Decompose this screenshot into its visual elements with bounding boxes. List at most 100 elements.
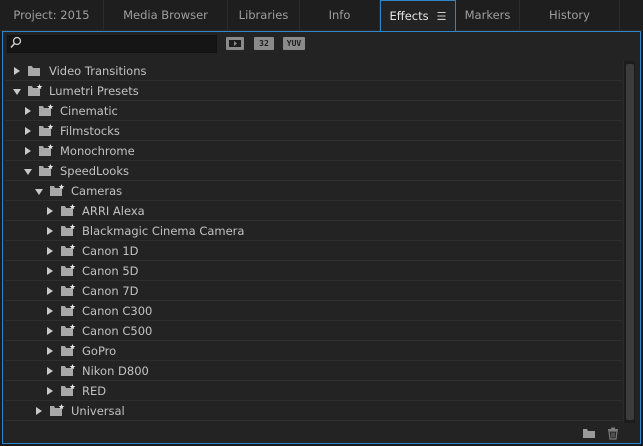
tree-row-label: Filmstocks xyxy=(60,124,120,138)
tree-row-label: GoPro xyxy=(82,344,117,358)
tab-label: Markers xyxy=(464,8,511,22)
accelerated-effects-button[interactable] xyxy=(226,37,244,50)
tree-row[interactable]: RED xyxy=(5,381,622,401)
tree-row[interactable]: Monochrome xyxy=(5,141,622,161)
tree-row-label: Universal xyxy=(71,404,125,418)
tree-row[interactable]: Canon C300 xyxy=(5,301,622,321)
disclosure-closed-icon[interactable] xyxy=(14,67,20,75)
vertical-scrollbar[interactable] xyxy=(623,61,635,423)
preset-folder-icon xyxy=(49,184,65,197)
effects-panel: 32 YUV Video Transitions Lumetri Presets C… xyxy=(2,31,641,444)
accelerated-effects-icon xyxy=(229,40,241,47)
tree-row[interactable]: Lumetri Presets xyxy=(5,81,622,101)
yuv-button[interactable]: YUV xyxy=(283,37,305,50)
tree-row-label: Cameras xyxy=(71,184,123,198)
disclosure-closed-icon[interactable] xyxy=(47,287,53,295)
delete-button[interactable] xyxy=(606,426,620,440)
tab-label: Project: 2015 xyxy=(13,8,90,22)
disclosure-closed-icon[interactable] xyxy=(25,127,31,135)
preset-folder-icon xyxy=(60,344,76,357)
tab-label: History xyxy=(549,8,590,22)
tree-row-label: Monochrome xyxy=(60,144,135,158)
preset-folder-icon xyxy=(60,244,76,257)
tree-row-label: Cinematic xyxy=(60,104,118,118)
tree-row[interactable]: Cameras xyxy=(5,181,622,201)
panel-menu-icon[interactable]: ☰ xyxy=(437,1,447,32)
tree-row[interactable]: Filmstocks xyxy=(5,121,622,141)
folder-icon xyxy=(27,64,43,77)
tab-label: Info xyxy=(328,8,351,22)
disclosure-closed-icon[interactable] xyxy=(25,107,31,115)
tree-row[interactable]: Canon 7D xyxy=(5,281,622,301)
preset-folder-icon xyxy=(38,124,54,137)
preset-folder-icon xyxy=(60,384,76,397)
yuv-label: YUV xyxy=(286,39,302,48)
tree-row[interactable]: GoPro xyxy=(5,341,622,361)
tab-label: Effects xyxy=(389,9,429,23)
tree-row-label: Canon 1D xyxy=(82,244,139,258)
preset-folder-icon xyxy=(60,224,76,237)
disclosure-closed-icon[interactable] xyxy=(47,267,53,275)
preset-folder-icon xyxy=(38,164,54,177)
preset-folder-icon xyxy=(60,284,76,297)
disclosure-closed-icon[interactable] xyxy=(36,407,42,415)
tree-row[interactable]: ARRI Alexa xyxy=(5,201,622,221)
tree-row[interactable]: Canon C500 xyxy=(5,321,622,341)
tree-row-label: Canon 5D xyxy=(82,264,139,278)
search-icon xyxy=(10,36,22,54)
disclosure-closed-icon[interactable] xyxy=(47,327,53,335)
tree-row[interactable]: Cinematic xyxy=(5,101,622,121)
tree-row[interactable]: Nikon D800 xyxy=(5,361,622,381)
tree-row-label: Blackmagic Cinema Camera xyxy=(82,224,245,238)
effects-toolbar: 32 YUV xyxy=(3,32,640,56)
tree-row[interactable]: Canon 1D xyxy=(5,241,622,261)
search-box[interactable] xyxy=(7,35,217,53)
32-bit-label: 32 xyxy=(259,39,269,48)
new-bin-button[interactable] xyxy=(582,426,596,440)
tab-effects[interactable]: Effects ☰ xyxy=(380,0,456,31)
tree-row-label: RED xyxy=(82,384,107,398)
tab-history[interactable]: History xyxy=(520,0,620,31)
scrollbar-thumb[interactable] xyxy=(626,64,634,420)
search-input[interactable] xyxy=(26,36,214,52)
preset-folder-icon xyxy=(49,404,65,417)
disclosure-open-icon[interactable] xyxy=(24,169,32,175)
tab-markers[interactable]: Markers xyxy=(456,0,520,31)
tree-row-label: Lumetri Presets xyxy=(49,84,139,98)
tree-row[interactable]: Video Transitions xyxy=(5,61,622,81)
tab-label: Media Browser xyxy=(123,8,208,22)
tab-media-browser[interactable]: Media Browser xyxy=(104,0,228,31)
tree-row[interactable]: Canon 5D xyxy=(5,261,622,281)
preset-folder-icon xyxy=(60,324,76,337)
new-bin-icon xyxy=(583,429,595,438)
tree-row-label: SpeedLooks xyxy=(60,164,129,178)
disclosure-open-icon[interactable] xyxy=(35,189,43,195)
32-bit-button[interactable]: 32 xyxy=(254,37,274,50)
tab-label: Libraries xyxy=(238,8,289,22)
tree-row-label: Canon 7D xyxy=(82,284,139,298)
preset-folder-icon xyxy=(27,84,43,97)
tree-row-label: Video Transitions xyxy=(49,64,147,78)
tab-project[interactable]: Project: 2015 xyxy=(0,0,104,31)
tab-libraries[interactable]: Libraries xyxy=(228,0,300,31)
disclosure-closed-icon[interactable] xyxy=(47,367,53,375)
preset-folder-icon xyxy=(38,104,54,117)
disclosure-closed-icon[interactable] xyxy=(47,247,53,255)
preset-folder-icon xyxy=(60,304,76,317)
disclosure-closed-icon[interactable] xyxy=(47,307,53,315)
tab-info[interactable]: Info xyxy=(300,0,380,31)
panel-footer xyxy=(3,423,640,443)
tree-row[interactable]: SpeedLooks xyxy=(5,161,622,181)
preset-folder-icon xyxy=(60,264,76,277)
disclosure-closed-icon[interactable] xyxy=(47,387,53,395)
disclosure-closed-icon[interactable] xyxy=(25,147,31,155)
tree-row[interactable]: Blackmagic Cinema Camera xyxy=(5,221,622,241)
preset-folder-icon xyxy=(60,204,76,217)
disclosure-closed-icon[interactable] xyxy=(47,227,53,235)
tree-row[interactable]: Universal xyxy=(5,401,622,421)
preset-folder-icon xyxy=(60,364,76,377)
disclosure-closed-icon[interactable] xyxy=(47,347,53,355)
tree-row-label: Nikon D800 xyxy=(82,364,149,378)
disclosure-closed-icon[interactable] xyxy=(47,207,53,215)
disclosure-open-icon[interactable] xyxy=(13,89,21,95)
